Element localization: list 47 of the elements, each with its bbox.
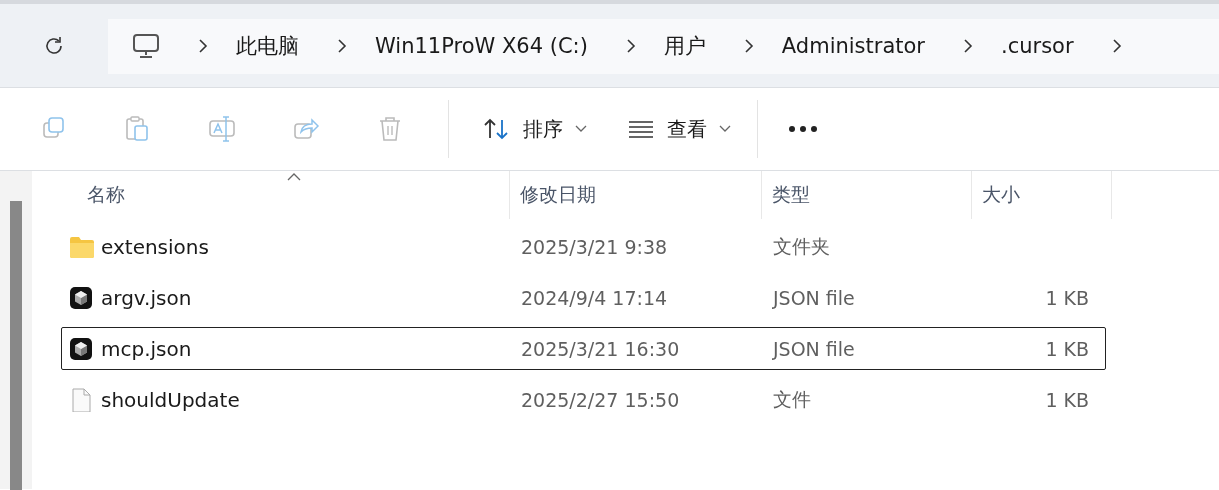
file-row[interactable]: extensions 2025/3/21 9:38 文件夹 — [61, 225, 1106, 268]
sort-menu-button[interactable]: 排序 — [479, 109, 591, 149]
file-row[interactable]: shouldUpdate 2025/2/27 15:50 文件 1 KB — [61, 378, 1106, 421]
breadcrumb-item[interactable]: .cursor — [1001, 34, 1074, 58]
modified-date: 2025/2/27 15:50 — [520, 388, 681, 411]
breadcrumb-item[interactable]: 此电脑 — [236, 32, 299, 60]
cube-app-icon — [68, 285, 95, 310]
file-name: extensions — [101, 234, 210, 259]
breadcrumb-item[interactable]: 用户 — [663, 32, 706, 60]
file-row[interactable]: argv.json 2024/9/4 17:14 JSON file 1 KB — [61, 276, 1106, 319]
file-size: 1 KB — [1044, 337, 1090, 360]
modified-date: 2025/3/21 9:38 — [520, 235, 669, 258]
file-size: 1 KB — [1044, 388, 1090, 411]
computer-icon[interactable] — [132, 33, 160, 59]
column-header[interactable]: 大小 — [972, 171, 1112, 219]
file-type: JSON file — [771, 337, 856, 360]
chevron-right-icon — [198, 38, 208, 54]
chevron-right-icon — [963, 38, 973, 54]
breadcrumb-item[interactable]: Administrator — [781, 34, 925, 58]
file-type: 文件 — [772, 386, 812, 412]
chevron-down-icon — [719, 125, 731, 133]
chevron-right-icon — [1111, 38, 1122, 54]
column-header[interactable]: 类型 — [762, 171, 972, 219]
folder-icon — [68, 234, 95, 259]
sort-up-caret-icon — [286, 173, 301, 181]
file-name: shouldUpdate — [101, 387, 241, 412]
sort-icon — [483, 116, 511, 142]
modified-date: 2024/9/4 17:14 — [520, 286, 669, 309]
chevron-right-icon — [337, 38, 347, 54]
cube-app-icon — [68, 336, 95, 361]
file-type: 文件夹 — [772, 233, 831, 259]
breadcrumb-item[interactable]: Win11ProW X64 (C:) — [375, 34, 588, 58]
modified-date: 2025/3/21 16:30 — [520, 337, 681, 360]
file-row[interactable]: mcp.json 2025/3/21 16:30 JSON file 1 KB — [61, 327, 1106, 370]
file-name: argv.json — [101, 285, 193, 310]
more-icon[interactable] — [788, 125, 818, 133]
refresh-icon[interactable] — [43, 35, 65, 57]
chevron-down-icon — [575, 125, 587, 133]
file-size: 1 KB — [1044, 286, 1090, 309]
column-header[interactable]: 修改日期 — [510, 171, 762, 219]
file-type: JSON file — [771, 286, 856, 309]
view-menu-button[interactable]: 查看 — [623, 109, 735, 149]
file-name: mcp.json — [101, 336, 193, 361]
chevron-right-icon — [625, 38, 636, 54]
rename-icon — [208, 115, 236, 143]
chevron-right-icon — [743, 38, 754, 54]
scrollbar-thumb[interactable] — [10, 201, 22, 490]
